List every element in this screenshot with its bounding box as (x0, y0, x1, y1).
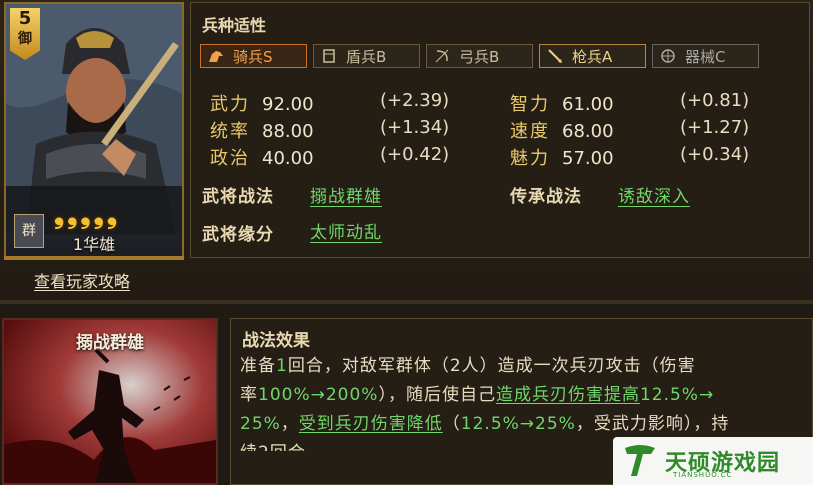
aptitude-label: 盾兵B (346, 47, 387, 66)
view-guide-link[interactable]: 查看玩家攻略 (34, 268, 130, 292)
star-icon: ❟ (80, 200, 91, 230)
stat-delta: (+0.81) (680, 90, 750, 111)
aptitude-label: 弓兵B (459, 47, 500, 66)
shield-icon (318, 47, 340, 65)
stat-value: 61.00 (562, 94, 614, 115)
stat-command: 统率 88.00 (+1.34) (210, 117, 449, 143)
star-icon: ❟ (54, 200, 65, 230)
aptitude-title: 兵种适性 (202, 16, 267, 35)
general-card[interactable]: 5 御 群 ❟ ❟ ❟ ❟ ❟ 1华雄 (4, 2, 184, 258)
star-icon: ❟ (106, 200, 118, 230)
bow-icon (431, 47, 453, 65)
effect-line-3: 25%，受到兵刃伤害降低（12.5%→25%，受武力影响），持 (240, 414, 730, 434)
stat-value: 92.00 (262, 94, 314, 115)
skill-illustration (4, 350, 216, 483)
fate-label: 武将缘分 (202, 225, 274, 245)
stat-value: 68.00 (562, 121, 614, 142)
aptitude-bow: 弓兵B (426, 44, 533, 68)
star-icon: ❟ (93, 200, 104, 230)
inherit-skill-link[interactable]: 诱敌深入 (618, 182, 690, 207)
aptitude-shield: 盾兵B (313, 44, 420, 68)
effect-line-2: 率100%→200%），随后使自己造成兵刃伤害提高12.5%→ (240, 385, 715, 405)
skill-card-title: 搦战群雄 (76, 333, 144, 353)
watermark-logo-icon (625, 445, 655, 476)
stat-delta: (+1.27) (680, 117, 750, 138)
effect-line-1: 准备1回合，对敌军群体（2人）造成一次兵刃攻击（伤害 (240, 356, 696, 376)
spear-icon (544, 47, 566, 65)
aptitude-label: 器械C (685, 47, 726, 66)
watermark-subtext: TIANSHUO.CC (673, 471, 733, 479)
stat-value: 88.00 (262, 121, 314, 142)
general-skill-label: 武将战法 (202, 187, 274, 207)
cavalry-icon (205, 47, 227, 65)
aptitude-label: 骑兵S (233, 47, 273, 66)
stat-speed: 速度 68.00 (+1.27) (510, 117, 749, 143)
aptitude-siege: 器械C (652, 44, 759, 68)
aptitude-label: 枪兵A (572, 47, 613, 66)
stat-label: 速度 (510, 121, 550, 142)
general-skill-link[interactable]: 搦战群雄 (310, 182, 382, 207)
skill-card[interactable]: 搦战群雄 (2, 318, 218, 485)
stat-force: 武力 92.00 (+2.39) (210, 90, 449, 116)
stat-value: 57.00 (562, 148, 614, 169)
stat-politics: 政治 40.00 (+0.42) (210, 144, 449, 170)
stat-label: 政治 (210, 148, 250, 169)
effect-title: 战法效果 (242, 331, 310, 351)
star-rating: ❟ ❟ ❟ ❟ ❟ (54, 202, 117, 228)
stat-intelligence: 智力 61.00 (+0.81) (510, 90, 749, 116)
stat-label: 魅力 (510, 148, 550, 169)
inherit-skill-label: 传承战法 (510, 187, 582, 207)
star-icon: ❟ (67, 200, 78, 230)
stat-label: 智力 (510, 94, 550, 115)
damage-down-link[interactable]: 受到兵刃伤害降低 (299, 414, 443, 434)
level-badge: 5 御 (10, 8, 40, 60)
stat-delta: (+2.39) (380, 90, 450, 111)
card-underline (4, 256, 184, 260)
siege-icon (657, 47, 679, 65)
stat-delta: (+0.34) (680, 144, 750, 165)
aptitude-spear: 枪兵A (539, 44, 646, 68)
damage-up-link[interactable]: 造成兵刃伤害提高 (496, 385, 640, 405)
level-number: 5 (18, 8, 32, 29)
aptitude-row: 骑兵S 盾兵B 弓兵B 枪兵A 器械C (200, 44, 759, 68)
watermark: 天硕游戏园 TIANSHUO.CC (613, 437, 813, 485)
fate-link[interactable]: 太师动乱 (310, 218, 382, 243)
general-name: 1华雄 (72, 235, 116, 254)
stat-delta: (+1.34) (380, 117, 450, 138)
stat-charm: 魅力 57.00 (+0.34) (510, 144, 749, 170)
stat-label: 武力 (210, 94, 250, 115)
stat-value: 40.00 (262, 148, 314, 169)
aptitude-cavalry: 骑兵S (200, 44, 307, 68)
troop-type-label: 御 (18, 31, 32, 47)
stat-label: 统率 (210, 121, 250, 142)
stat-delta: (+0.42) (380, 144, 450, 165)
